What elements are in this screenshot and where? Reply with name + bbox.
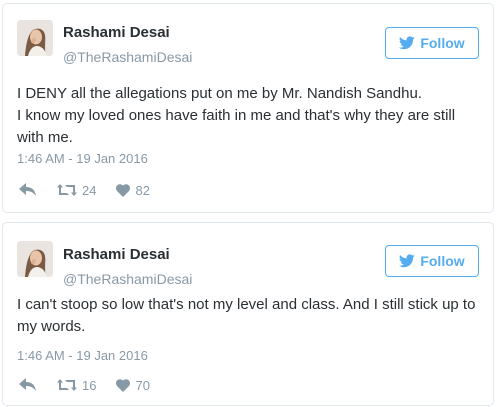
avatar[interactable] xyxy=(17,20,53,56)
reply-button[interactable] xyxy=(19,183,37,197)
like-count: 82 xyxy=(135,182,150,198)
retweet-count: 16 xyxy=(82,377,97,393)
timestamp[interactable]: 1:46 AM - 19 Jan 2016 xyxy=(17,348,148,363)
reply-icon xyxy=(19,378,37,392)
user-handle[interactable]: @TheRashamiDesai xyxy=(63,49,192,65)
tweet-text: I can't stoop so low that's not my level… xyxy=(17,294,479,338)
user-handle[interactable]: @TheRashamiDesai xyxy=(63,271,192,287)
tweet-text-line: I DENY all the allegations put on me by … xyxy=(17,85,422,102)
follow-label: Follow xyxy=(420,253,465,269)
retweet-icon xyxy=(57,378,77,392)
retweet-icon xyxy=(57,183,77,197)
reply-button[interactable] xyxy=(19,378,37,392)
tweet-text-line: I know my loved ones have faith in me an… xyxy=(17,107,456,146)
heart-icon xyxy=(116,183,131,197)
tweet-actions: 24 82 xyxy=(19,181,150,199)
like-count: 70 xyxy=(135,377,150,393)
tweet-card: Rashami Desai @TheRashamiDesai Follow I … xyxy=(2,3,494,213)
bird-icon xyxy=(399,254,416,268)
tweet-card: Rashami Desai @TheRashamiDesai Follow I … xyxy=(2,222,494,406)
follow-button[interactable]: Follow xyxy=(385,27,479,59)
follow-button[interactable]: Follow xyxy=(385,245,479,277)
heart-icon xyxy=(116,378,131,392)
display-name[interactable]: Rashami Desai xyxy=(63,24,170,41)
reply-icon xyxy=(19,183,37,197)
tweet-text-line: I can't stoop so low that's not my level… xyxy=(17,296,476,335)
tweet-text: I DENY all the allegations put on me by … xyxy=(17,83,479,149)
avatar[interactable] xyxy=(17,241,53,277)
retweet-button[interactable]: 24 xyxy=(57,183,96,198)
retweet-count: 24 xyxy=(82,182,97,198)
retweet-button[interactable]: 16 xyxy=(57,378,96,393)
like-button[interactable]: 70 xyxy=(116,377,150,393)
follow-label: Follow xyxy=(420,35,465,51)
display-name[interactable]: Rashami Desai xyxy=(63,246,170,263)
tweet-actions: 16 70 xyxy=(19,376,150,394)
like-button[interactable]: 82 xyxy=(116,182,150,198)
timestamp[interactable]: 1:46 AM - 19 Jan 2016 xyxy=(17,151,148,166)
bird-icon xyxy=(399,36,416,50)
